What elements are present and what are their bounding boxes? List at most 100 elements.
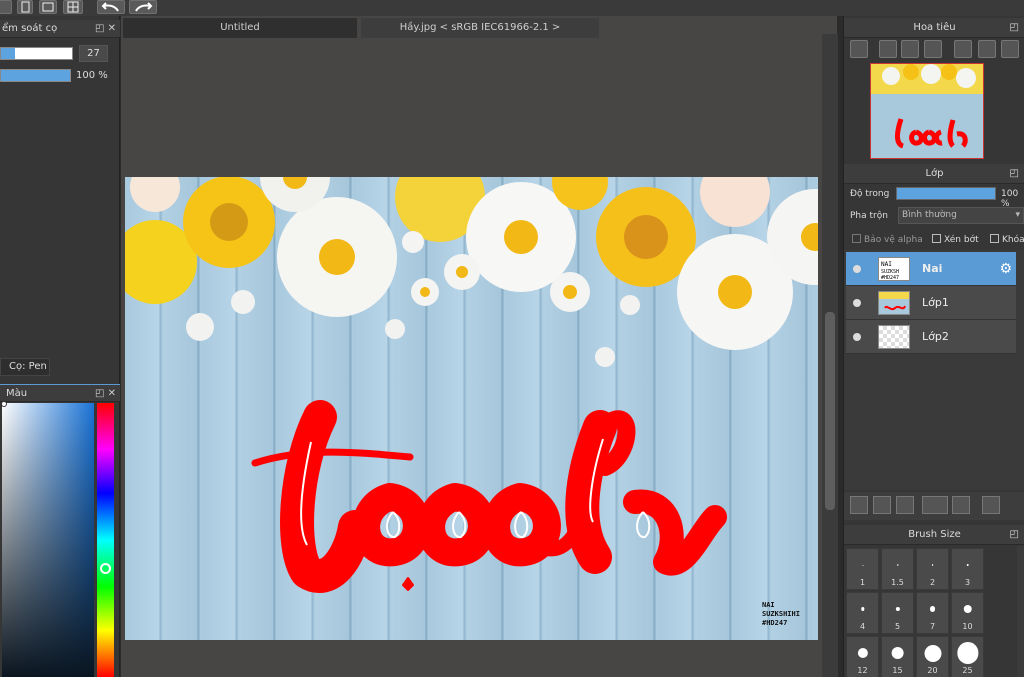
brush-control-title: ểm soát cọ	[2, 23, 58, 34]
brush-size-grid: 1 1.5 2 3 4 5 7 10 12 15 20 25	[844, 546, 1024, 677]
grid-icon[interactable]	[63, 0, 83, 14]
brush-size-value[interactable]: 27	[79, 45, 108, 62]
brush-size-dot	[895, 606, 900, 612]
color-panel-header: Màu ◰ ✕	[0, 384, 120, 402]
protect-alpha-label: Bảo vệ alpha	[864, 235, 923, 245]
brush-size-slider[interactable]	[0, 47, 73, 60]
blend-mode-label: Pha trộn	[850, 211, 888, 221]
blend-mode-value: Bình thường	[902, 210, 957, 220]
color-saturation-picker[interactable]	[2, 403, 94, 677]
brush-size-option[interactable]: 20	[916, 636, 949, 677]
float-icon[interactable]: ◰	[1010, 18, 1019, 38]
zoom-in-icon[interactable]	[879, 40, 897, 58]
duplicate-layer-icon[interactable]	[873, 496, 891, 514]
brush-size-option[interactable]: 2	[916, 548, 949, 590]
layer-opacity-slider[interactable]	[896, 187, 996, 200]
protect-alpha-checkbox[interactable]: Bảo vệ alpha	[852, 234, 923, 245]
vertical-scroll-thumb[interactable]	[825, 312, 835, 510]
artwork-svg: NAI SUZKSHIHI #HD247	[125, 177, 818, 627]
brush-size-option[interactable]: 5	[881, 592, 914, 634]
brush-size-option[interactable]: 15	[881, 636, 914, 677]
folder-icon[interactable]	[952, 496, 970, 514]
rotate-left-icon[interactable]	[954, 40, 972, 58]
layer-item-nai[interactable]: NAI SUZKSH #HD247 Nai ⚙	[846, 252, 1016, 286]
brush-size-label: 20	[927, 666, 938, 675]
left-panel: ểm soát cọ ◰ ✕ 27 100 % Cọ: Pen Màu ◰ ✕	[0, 16, 120, 677]
redo-button[interactable]	[129, 0, 157, 14]
svg-text:#HD247: #HD247	[881, 275, 899, 281]
brush-grid-scrollbar[interactable]	[1017, 546, 1024, 677]
image-settings-icon[interactable]	[39, 0, 57, 14]
document-icon[interactable]	[17, 0, 33, 14]
brush-size-label: 25	[962, 666, 973, 675]
layer-list: NAI SUZKSH #HD247 Nai ⚙ Lớp1 Lớp2	[844, 250, 1024, 490]
close-icon[interactable]: ✕	[108, 23, 116, 34]
lock-checkbox[interactable]: Khóa	[990, 234, 1024, 245]
tab-untitled[interactable]: Untitled	[123, 18, 357, 38]
layer-opacity-label: Độ trong	[850, 189, 890, 199]
brush-size-option[interactable]: 7	[916, 592, 949, 634]
color-panel-title: Màu	[6, 388, 28, 399]
gear-icon[interactable]: ⚙	[999, 261, 1012, 277]
visibility-icon[interactable]	[853, 299, 861, 307]
brush-size-option[interactable]: 3	[951, 548, 984, 590]
float-icon[interactable]: ◰	[95, 23, 104, 34]
svg-text:NAI: NAI	[881, 261, 892, 268]
layer-opacity-value: 100 %	[1001, 189, 1019, 209]
fullscreen-icon[interactable]	[978, 40, 996, 58]
brush-size-dot	[924, 644, 941, 662]
brush-size-label: 12	[857, 666, 868, 675]
brush-opacity-fill	[1, 70, 70, 81]
brush-size-option[interactable]: 12	[846, 636, 879, 677]
visibility-icon[interactable]	[853, 265, 861, 273]
delete-layer-icon[interactable]	[982, 496, 1000, 514]
brush-size-label: 1.5	[891, 578, 904, 587]
brush-opacity-slider[interactable]	[0, 69, 71, 82]
close-icon[interactable]: ✕	[108, 388, 116, 399]
merge-layer-icon[interactable]	[896, 496, 914, 514]
clip-label: Xén bớt	[944, 235, 979, 245]
add-layer-menu-icon[interactable]	[922, 496, 948, 514]
zoom-out-icon[interactable]	[924, 40, 942, 58]
brush-size-title: Brush Size	[908, 529, 961, 540]
color-picker-handle[interactable]	[1, 401, 7, 407]
brush-size-dot	[956, 642, 979, 664]
rotate-right-icon[interactable]	[1001, 40, 1019, 58]
layer-panel-title: Lớp	[925, 168, 944, 179]
save-icon[interactable]	[0, 0, 12, 14]
brush-size-option[interactable]: 25	[951, 636, 984, 677]
layer-thumbnail: NAI SUZKSH #HD247	[878, 257, 910, 281]
float-icon[interactable]: ◰	[1010, 525, 1019, 545]
layer-toolbar	[844, 492, 1024, 520]
brush-size-option[interactable]: 1	[846, 548, 879, 590]
layer-item-lop1[interactable]: Lớp1	[846, 286, 1016, 320]
hue-slider[interactable]	[97, 403, 114, 677]
zoom-fit-icon[interactable]	[850, 40, 868, 58]
svg-text:#HD247: #HD247	[762, 619, 787, 627]
brush-size-header: Brush Size ◰	[844, 525, 1024, 545]
brush-tab[interactable]: Cọ: Pen	[0, 358, 50, 376]
brush-size-option[interactable]: 1.5	[881, 548, 914, 590]
flower-decoration	[125, 177, 818, 367]
canvas-image[interactable]: NAI SUZKSHIHI #HD247	[125, 177, 818, 640]
blend-mode-select[interactable]: Bình thường ▾	[898, 207, 1024, 224]
brush-size-option[interactable]: 4	[846, 592, 879, 634]
layer-item-lop2[interactable]: Lớp2	[846, 320, 1016, 354]
tab-hay-jpg[interactable]: Hầy.jpg < sRGB IEC61966-2.1 >	[361, 18, 599, 38]
navigator-header: Hoa tiêu ◰	[844, 18, 1024, 38]
float-icon[interactable]: ◰	[95, 388, 104, 399]
clip-checkbox[interactable]: Xén bớt	[932, 234, 979, 245]
layer-thumbnail	[878, 291, 910, 315]
fit-window-icon[interactable]	[901, 40, 919, 58]
new-layer-icon[interactable]	[850, 496, 868, 514]
top-toolbar	[0, 0, 1024, 16]
brush-size-option[interactable]: 10	[951, 592, 984, 634]
hue-handle[interactable]	[100, 563, 111, 574]
brush-control-panel-header: ểm soát cọ ◰ ✕	[0, 20, 120, 38]
undo-button[interactable]	[97, 0, 125, 14]
brush-size-dot	[929, 606, 936, 612]
navigator-preview[interactable]	[870, 63, 984, 159]
visibility-icon[interactable]	[853, 333, 861, 341]
float-icon[interactable]: ◰	[1010, 164, 1019, 184]
svg-text:SUZKSHIHI: SUZKSHIHI	[762, 610, 800, 618]
